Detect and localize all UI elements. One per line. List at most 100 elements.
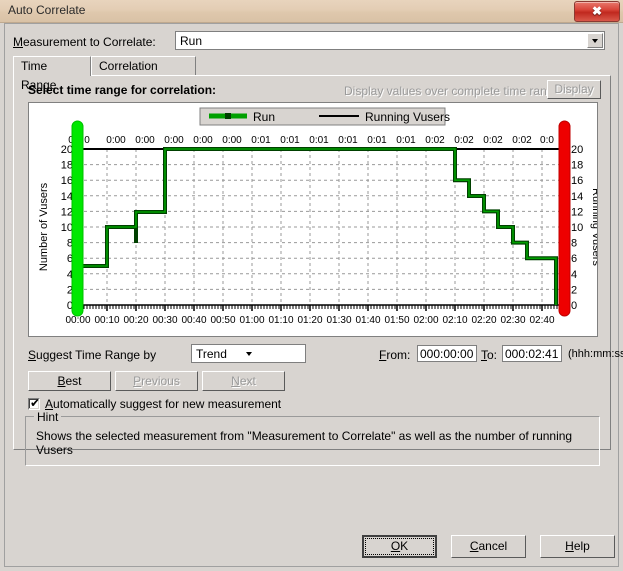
svg-text:00:50: 00:50 xyxy=(210,315,235,326)
best-button[interactable]: Best xyxy=(28,371,111,391)
help-label: elp xyxy=(573,539,590,553)
svg-text:02:10: 02:10 xyxy=(442,315,467,326)
svg-text:10: 10 xyxy=(61,222,73,234)
close-icon: ✖ xyxy=(591,4,603,18)
tab-time-range[interactable]: Time Range xyxy=(13,56,91,92)
svg-text:01:40: 01:40 xyxy=(355,315,380,326)
svg-text:14: 14 xyxy=(571,191,583,203)
svg-text:00:10: 00:10 xyxy=(94,315,119,326)
svg-text:02:20: 02:20 xyxy=(471,315,496,326)
cancel-button[interactable]: Cancel xyxy=(451,535,526,558)
measurement-label-accel: M xyxy=(13,35,23,49)
next-button[interactable]: Next xyxy=(202,371,285,391)
check-icon: ✔ xyxy=(30,396,41,410)
range-start-handle xyxy=(71,120,84,317)
svg-text:0:01: 0:01 xyxy=(251,135,271,146)
svg-text:0:01: 0:01 xyxy=(367,135,387,146)
to-time-input[interactable] xyxy=(502,345,562,362)
svg-text:0: 0 xyxy=(571,300,577,312)
svg-text:0:00: 0:00 xyxy=(193,135,213,146)
close-button[interactable]: ✖ xyxy=(574,1,620,22)
svg-text:01:50: 01:50 xyxy=(384,315,409,326)
measurement-combobox[interactable]: Run xyxy=(175,31,605,50)
suggest-method-value: Trend xyxy=(196,347,227,361)
from-time-input[interactable] xyxy=(417,345,477,362)
svg-text:0:02: 0:02 xyxy=(454,135,474,146)
suggest-time-range-label: Suggest Time Range by xyxy=(28,348,156,362)
tab-selected-cover xyxy=(14,75,90,76)
svg-text:20: 20 xyxy=(571,144,583,156)
chart-y2label: Running Vusers xyxy=(590,188,597,266)
measurement-label: Measurement to Correlate: xyxy=(13,35,156,49)
svg-text:01:20: 01:20 xyxy=(297,315,322,326)
svg-text:0:00: 0:00 xyxy=(135,135,155,146)
suggest-label-rest: uggest Time Range by xyxy=(36,348,157,362)
svg-text:00:20: 00:20 xyxy=(123,315,148,326)
display-button[interactable]: Display xyxy=(547,80,601,99)
measurement-label-rest: easurement to Correlate: xyxy=(23,35,156,49)
measurement-combobox-value: Run xyxy=(180,34,203,48)
time-format-hint: (hhh:mm:ss) xyxy=(568,348,623,360)
svg-text:0:02: 0:02 xyxy=(425,135,445,146)
svg-text:00:30: 00:30 xyxy=(152,315,177,326)
svg-text:01:30: 01:30 xyxy=(326,315,351,326)
svg-text:20: 20 xyxy=(61,144,73,156)
next-label: ext xyxy=(239,374,256,388)
svg-text:Running Vusers: Running Vusers xyxy=(365,110,450,124)
from-label: From: xyxy=(379,348,410,362)
svg-text:02:00: 02:00 xyxy=(413,315,438,326)
auto-suggest-checkbox[interactable]: ✔ xyxy=(28,396,41,410)
svg-text:16: 16 xyxy=(571,175,583,187)
svg-text:2: 2 xyxy=(571,284,577,296)
window-title: Auto Correlate xyxy=(8,3,86,17)
previous-accel: P xyxy=(133,374,142,388)
svg-text:02:40: 02:40 xyxy=(529,315,554,326)
next-accel: N xyxy=(231,374,240,388)
focus-ring xyxy=(365,538,434,555)
best-label: est xyxy=(65,374,82,388)
previous-button[interactable]: Previous xyxy=(115,371,198,391)
svg-text:01:10: 01:10 xyxy=(268,315,293,326)
chart-plot-area: 20 18 16 14 12 10 8 6 4 2 0 20 18 16 14 … xyxy=(38,144,597,326)
svg-text:18: 18 xyxy=(61,160,73,172)
chevron-down-icon xyxy=(245,351,252,356)
time-range-chart[interactable]: Run Running Vusers 0 0 0:00 0:00 0:00 0:… xyxy=(28,102,598,337)
svg-text:0:01: 0:01 xyxy=(396,135,416,146)
tab-strip: Time Range Correlation Options xyxy=(13,56,611,92)
tab-correlation-options[interactable]: Correlation Options xyxy=(91,56,196,92)
svg-text:0:00: 0:00 xyxy=(106,135,126,146)
title-bar: Auto Correlate ✖ xyxy=(0,0,623,23)
svg-text:00:40: 00:40 xyxy=(181,315,206,326)
chart-svg: Run Running Vusers 0 0 0:00 0:00 0:00 0:… xyxy=(29,103,597,336)
tab-page-time-range: Select time range for correlation: Displ… xyxy=(13,75,623,466)
svg-text:0:00: 0:00 xyxy=(222,135,242,146)
ok-button[interactable]: OK xyxy=(362,535,437,558)
help-accel: H xyxy=(565,539,574,553)
svg-text:0:01: 0:01 xyxy=(309,135,329,146)
svg-text:01:00: 01:00 xyxy=(239,315,264,326)
display-values-label: Display values over complete time range xyxy=(344,84,561,98)
hint-text: Shows the selected measurement from "Mea… xyxy=(36,429,573,457)
svg-text:0:02: 0:02 xyxy=(512,135,532,146)
previous-label: revious xyxy=(141,374,180,388)
svg-text:0:01: 0:01 xyxy=(338,135,358,146)
measurement-dropdown-button[interactable] xyxy=(587,33,603,48)
chart-bottom-axis-labels: 00:00 00:10 00:20 00:30 00:40 00:50 01:0… xyxy=(65,315,554,326)
help-button[interactable]: Help xyxy=(540,535,615,558)
from-label-rest: rom: xyxy=(386,348,411,362)
svg-text:18: 18 xyxy=(571,160,583,172)
range-end-handle xyxy=(558,120,571,317)
cancel-label: ancel xyxy=(478,539,508,553)
svg-text:6: 6 xyxy=(571,253,577,265)
best-accel: B xyxy=(57,374,66,388)
hint-groupbox: Hint Shows the selected measurement from… xyxy=(25,410,600,466)
svg-text:0:0: 0:0 xyxy=(540,135,554,146)
to-label-rest: o: xyxy=(487,348,498,362)
svg-text:4: 4 xyxy=(571,269,577,281)
svg-text:0:01: 0:01 xyxy=(280,135,300,146)
svg-text:14: 14 xyxy=(61,191,73,203)
svg-text:0:00: 0:00 xyxy=(164,135,184,146)
svg-text:12: 12 xyxy=(61,206,73,218)
suggest-method-combobox[interactable]: Trend xyxy=(191,344,306,363)
auto-suggest-accel: A xyxy=(45,397,54,411)
